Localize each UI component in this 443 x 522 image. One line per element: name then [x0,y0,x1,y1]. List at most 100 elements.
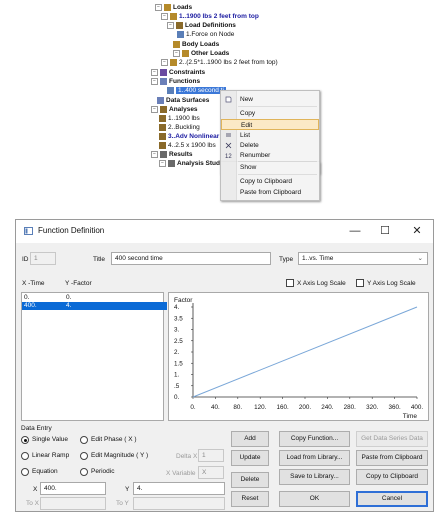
delete-button[interactable]: Delete [231,472,269,488]
update-button[interactable]: Update [231,450,269,466]
tree-item[interactable]: − Functions [151,77,200,86]
equation-radio[interactable] [21,468,29,476]
to-x-field[interactable] [40,497,106,510]
paste-from-clipboard-button[interactable]: Paste from Clipboard [356,450,428,466]
function-chart: Factor Time 0. .5 1. 1.5 2. 2.5 3. 3.5 4. 0. 40. 80. 1… [174,297,423,420]
x-log-checkbox[interactable] [286,279,294,287]
menu-item-label: New [240,96,254,103]
menu-item-show[interactable]: Show [221,162,319,173]
menu-item-edit[interactable]: Edit [221,119,319,130]
reset-button[interactable]: Reset [231,491,269,507]
save-to-library-button[interactable]: Save to Library... [279,469,350,485]
menu-item-renumber[interactable]: 12 Renumber [221,150,319,161]
data-point-list[interactable]: 0. 0. 400. 4. [21,292,167,421]
list-item[interactable]: 0. 0. [22,294,163,302]
list-item[interactable]: 400. 4. [22,302,167,310]
periodic-radio[interactable] [80,468,88,476]
expand-toggle-icon[interactable]: − [167,21,174,29]
tree-item[interactable]: − 1..1900 lbs 2 feet from top [161,12,259,21]
to-y-field[interactable] [133,497,225,510]
title-field[interactable]: 400 second time [111,252,271,265]
expand-toggle-icon[interactable]: − [173,49,180,57]
tree-item[interactable]: 1.Force on Node [177,30,234,39]
edit-magnitude-radio[interactable] [80,452,88,460]
tree-item[interactable]: − Analyses [151,105,198,114]
get-data-series-button[interactable]: Get Data Series Data [356,431,428,447]
tree-node-icon [160,68,167,76]
cancel-button[interactable]: Cancel [356,491,428,507]
id-field[interactable]: 1 [30,252,56,265]
tree-item[interactable]: − Other Loads [173,49,229,58]
copy-function-button[interactable]: Copy Function... [279,431,350,447]
maximize-button[interactable]: ☐ [372,222,398,240]
menu-item-label: Show [240,164,257,171]
x-value-field[interactable]: 400. [40,482,106,495]
tree-item[interactable]: − Load Definitions [167,21,236,30]
title-label: Title [93,256,106,263]
tree-item[interactable]: Data Surfaces [157,96,209,105]
menu-item-label: Copy [240,110,256,117]
tree-item-label: 1..1900 lbs 2 feet from top [179,13,259,20]
expand-toggle-icon[interactable]: − [161,12,168,20]
menu-item-label: Paste from Clipboard [240,189,302,196]
tree-item[interactable]: 2..Buckling [159,123,200,132]
x-variable-field[interactable]: X [198,466,224,479]
y-tick-label: .5 [174,383,180,390]
minimize-button[interactable]: — [342,222,368,240]
y-value-field[interactable]: 4. [133,482,225,495]
add-button[interactable]: Add [231,431,269,447]
tree-node-icon [160,150,167,158]
tree-item[interactable]: − Results [151,150,192,159]
expand-toggle-icon[interactable]: − [151,68,158,76]
expand-toggle-icon[interactable]: − [151,150,158,158]
linear-ramp-radio[interactable] [21,452,29,460]
single-value-radio[interactable] [21,436,29,444]
y-axis-label: Factor [174,297,193,304]
y-tick-label: 3. [174,327,180,334]
y-log-checkbox[interactable] [356,279,364,287]
menu-item-new[interactable]: New [221,94,319,105]
tree-item-label: Analyses [169,106,198,113]
tree-node-icon [157,96,164,104]
x-tick-label: 40. [211,404,220,411]
tree-node-icon [160,77,167,85]
tree-item[interactable]: − 2..(2.5*1..1900 lbs 2 feet from top) [161,58,278,67]
x-tick-label: 200. [299,404,312,411]
expand-toggle-icon[interactable]: − [151,105,158,113]
delta-x-field[interactable]: 1 [198,449,224,462]
edit-phase-radio[interactable] [80,436,88,444]
function-plot: Factor Time 0. .5 1. 1.5 2. 2.5 3. 3.5 4. 0. 40. 80. 1… [168,292,429,421]
tree-item[interactable]: − Analysis Study [159,159,224,168]
column-header-x: X -Time [22,280,45,287]
tree-node-icon [170,12,177,20]
tree-item[interactable]: 3..Adv Nonlinear [159,132,219,141]
tree-item[interactable]: − Loads [155,3,192,12]
tree-node-icon [167,86,174,94]
x-variable-label: X Variable [166,470,196,477]
expand-toggle-icon[interactable]: − [151,77,158,85]
function-definition-dialog: Function Definition — ☐ ✕ ID 1 Title 400… [15,219,434,512]
y-tick-label: 2.5 [174,338,183,345]
expand-toggle-icon[interactable]: − [159,159,166,167]
x-tick-label: 320. [366,404,379,411]
tree-node-icon [160,105,167,113]
x-tick-label: 120. [254,404,267,411]
tree-node-icon [176,21,183,29]
menu-item-copy-to-clipboard[interactable]: Copy to Clipboard [221,176,319,187]
copy-to-clipboard-button[interactable]: Copy to Clipboard [356,469,428,485]
tree-item[interactable]: − Constraints [151,68,205,77]
menu-item-paste-from-clipboard[interactable]: Paste from Clipboard [221,187,319,198]
tree-item[interactable]: 1..1900 lbs [159,114,200,123]
ok-button[interactable]: OK [279,491,350,507]
expand-toggle-icon[interactable]: − [161,58,168,66]
expand-toggle-icon[interactable]: − [155,3,162,11]
tree-item-label: 1..400 second ti [176,87,226,94]
tree-item[interactable]: Body Loads [173,40,219,49]
close-button[interactable]: ✕ [404,222,430,240]
menu-item-copy[interactable]: Copy [221,108,319,119]
tree-item[interactable]: 4..2.5 x 1900 lbs [159,141,216,150]
type-select[interactable]: 1..vs. Time ⌄ [298,252,428,265]
tree-item[interactable]: 1..400 second ti [167,86,226,95]
load-from-library-button[interactable]: Load from Library... [279,450,350,466]
tree-item-label: Analysis Study [177,160,224,167]
